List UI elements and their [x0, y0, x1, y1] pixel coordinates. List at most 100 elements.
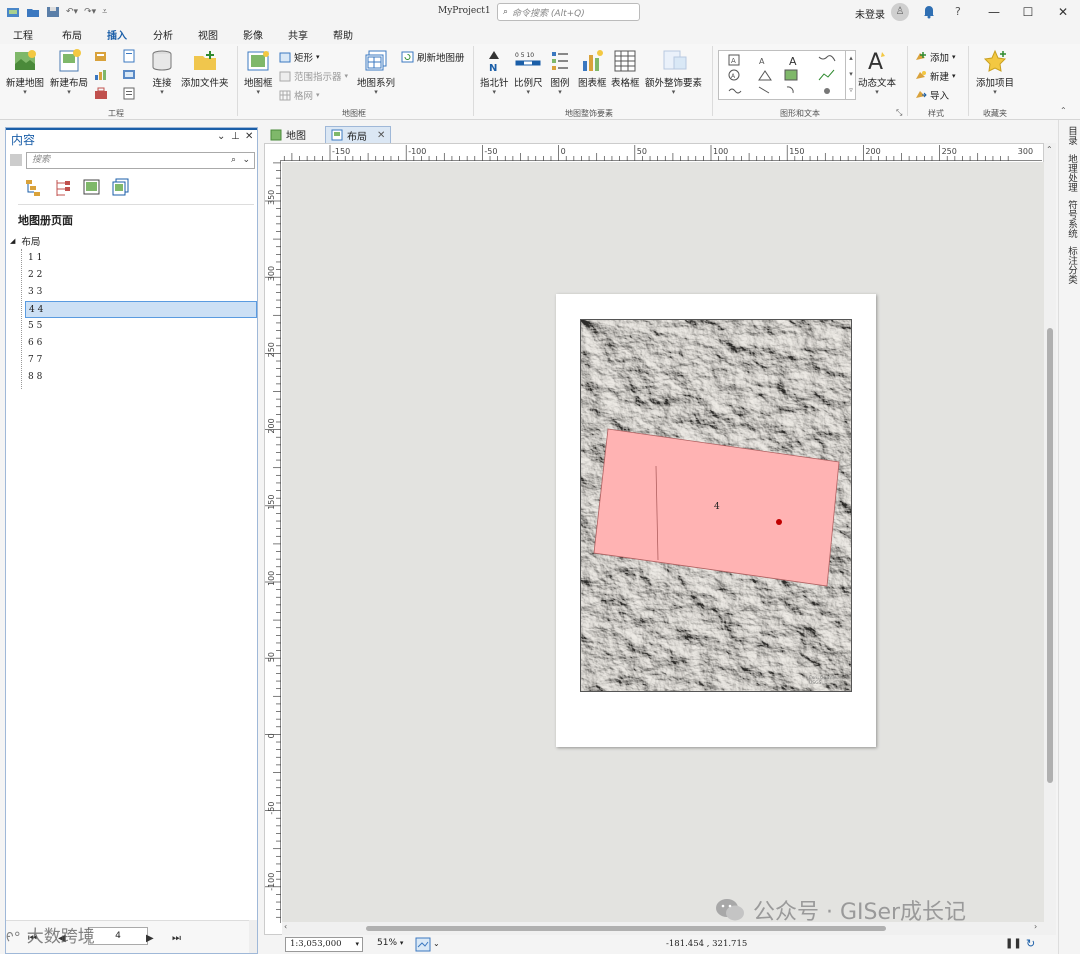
redo-icon[interactable]: ↷▾ — [84, 7, 96, 17]
import-style-button[interactable]: 导入 — [914, 88, 949, 102]
pane-options-icon[interactable]: ⌄ — [217, 131, 225, 142]
doc-tab-layout-label: 布局 — [347, 131, 367, 143]
table-frame-button[interactable]: 表格框 — [611, 49, 640, 89]
contents-search-input[interactable]: 搜索 ⌕ ⌄ — [26, 152, 255, 169]
pane-scrollbar[interactable] — [249, 920, 257, 953]
rectangle-button[interactable]: 矩形 ▾ — [279, 50, 320, 64]
maximize-button[interactable]: ☐ — [1016, 3, 1040, 21]
label-class-tab[interactable]: 标注分类 — [1064, 246, 1078, 284]
extent-indicator-button[interactable]: 范围指示器 ▾ — [279, 69, 348, 83]
expand-triangle-icon[interactable]: ◢ — [10, 237, 15, 245]
tab-project[interactable]: 工程 — [13, 27, 33, 42]
page-item-3[interactable]: 3 3 — [25, 284, 257, 301]
list-map-frames-icon[interactable] — [82, 178, 101, 198]
chevron-down-icon[interactable]: ▾ — [400, 939, 404, 947]
scroll-right-icon[interactable]: › — [1034, 922, 1037, 931]
new-report-icon[interactable] — [94, 50, 108, 63]
zoom-selector[interactable]: 51% ▾ — [377, 938, 403, 948]
page-item-7[interactable]: 7 7 — [25, 352, 257, 369]
tree-root-layout[interactable]: ◢ 布局 — [10, 234, 40, 248]
chevron-down-icon[interactable]: ⌄ — [433, 939, 440, 948]
new-style-button[interactable]: 新建 ▾ — [914, 69, 956, 83]
undo-icon[interactable]: ↶▾ — [66, 7, 78, 17]
help-button[interactable]: ? — [955, 5, 961, 18]
grid-button[interactable]: 格网 ▾ — [279, 88, 320, 102]
vertical-scrollbar[interactable]: ⌃ — [1044, 143, 1056, 935]
doc-tab-layout[interactable]: 布局 ✕ — [325, 126, 392, 143]
dynamic-text-button[interactable]: A 动态文本 ▾ — [858, 49, 896, 96]
tab-layout[interactable]: 布局 — [62, 27, 82, 42]
add-folder-button[interactable]: 添加文件夹 — [181, 49, 229, 89]
north-arrow-button[interactable]: N 指北针 ▾ — [480, 49, 509, 96]
add-item-button[interactable]: 添加项目 ▾ — [976, 49, 1014, 96]
next-page-icon[interactable]: ▶ — [146, 933, 154, 944]
chart-frame-button[interactable]: 图表框 — [578, 49, 607, 89]
add-style-button[interactable]: 添加 ▾ — [914, 50, 956, 64]
page-item-4[interactable]: 4 4 — [25, 301, 257, 318]
list-by-data-source-icon[interactable] — [53, 178, 72, 198]
gallery-scroll[interactable]: ▴ ▾ ▿ — [845, 50, 856, 100]
catalog-tab[interactable]: 目录 — [1064, 126, 1078, 145]
refresh-map-series-button[interactable]: 刷新地图册 — [401, 50, 465, 64]
add-chart-icon[interactable] — [94, 68, 108, 81]
vertical-scroll-thumb[interactable] — [1047, 328, 1053, 783]
extra-surround-button[interactable]: 额外整饰要素 ▾ — [645, 49, 702, 96]
page-number-input[interactable]: 4 — [88, 927, 148, 945]
scale-bar-button[interactable]: 0 5 10 比例尺 ▾ — [514, 49, 543, 96]
page-item-6[interactable]: 6 6 — [25, 335, 257, 352]
legend-button[interactable]: 图例 ▾ — [550, 49, 570, 96]
pin-icon[interactable]: ⊥ — [231, 131, 240, 142]
list-map-series-pages-icon[interactable] — [111, 178, 130, 198]
geoprocessing-tab[interactable]: 地理处理 — [1064, 154, 1078, 192]
map-frame[interactable]: 4 Esri, Garmin, USGS... — [580, 319, 852, 692]
new-layout-button[interactable]: 新建布局 ▾ — [50, 49, 88, 96]
map-series-button[interactable]: 地图系列 ▾ — [357, 49, 395, 96]
dialog-launcher-icon[interactable]: ⤡ — [896, 108, 902, 118]
open-folder-icon[interactable] — [26, 6, 40, 18]
close-pane-icon[interactable]: ✕ — [245, 131, 253, 142]
sheet-icon[interactable] — [122, 87, 136, 100]
map-frame-button[interactable]: 地图框 ▾ — [244, 49, 273, 96]
last-page-icon[interactable]: ⏭ — [172, 933, 181, 944]
tab-analysis[interactable]: 分析 — [153, 27, 173, 42]
doc-tab-map[interactable]: 地图 — [265, 126, 311, 143]
customize-toolbar-icon[interactable]: ⩡ — [102, 7, 107, 17]
new-notebook-icon[interactable] — [122, 49, 136, 63]
refresh-icon[interactable]: ↻ — [1026, 937, 1035, 950]
connect-button[interactable]: 连接 ▾ — [150, 49, 174, 96]
toolbox-icon[interactable] — [94, 87, 108, 100]
tab-help[interactable]: 帮助 — [333, 27, 353, 42]
close-window-button[interactable]: ✕ — [1051, 3, 1075, 21]
new-map-button[interactable]: 新建地图 ▾ — [6, 49, 44, 96]
close-tab-icon[interactable]: ✕ — [377, 130, 385, 141]
minimize-button[interactable]: — — [982, 3, 1006, 21]
page-item-8[interactable]: 8 8 — [25, 369, 257, 386]
graphics-gallery[interactable]: A A A A — [718, 50, 856, 100]
user-avatar-icon[interactable]: ♙ — [891, 3, 909, 21]
tab-imagery[interactable]: 影像 — [243, 27, 263, 42]
new-project-icon[interactable] — [6, 6, 20, 18]
symbology-tab[interactable]: 符号系统 — [1064, 200, 1078, 238]
command-search[interactable]: ⌕ 命令搜索 (Alt+Q) — [497, 3, 640, 21]
tab-insert[interactable]: 插入 — [105, 27, 129, 46]
scroll-up-icon[interactable]: ⌃ — [1046, 145, 1053, 154]
scroll-left-icon[interactable]: ‹ — [284, 922, 287, 931]
chevron-down-icon[interactable]: ⌄ — [242, 153, 250, 168]
tab-view[interactable]: 视图 — [198, 27, 218, 42]
filter-icon[interactable] — [10, 154, 22, 166]
tab-share[interactable]: 共享 — [288, 27, 308, 42]
horizontal-scroll-thumb[interactable] — [366, 926, 886, 931]
chevron-down-icon[interactable]: ▾ — [355, 938, 359, 951]
page-item-2[interactable]: 2 2 — [25, 267, 257, 284]
task-icon[interactable] — [122, 68, 136, 81]
collapse-ribbon-icon[interactable]: ⌃ — [1060, 106, 1067, 115]
page-item-5[interactable]: 5 5 — [25, 318, 257, 335]
grid-snap-icon[interactable] — [415, 937, 431, 952]
notification-bell-icon[interactable] — [922, 4, 936, 19]
save-icon[interactable] — [46, 6, 60, 18]
list-by-drawing-order-icon[interactable] — [24, 178, 43, 198]
scale-selector[interactable]: 1:3,053,000 ▾ — [285, 937, 363, 952]
pause-drawing-icon[interactable]: ❚❚ — [1005, 938, 1022, 949]
login-status[interactable]: 未登录 — [855, 6, 885, 21]
page-item-1[interactable]: 1 1 — [25, 250, 257, 267]
